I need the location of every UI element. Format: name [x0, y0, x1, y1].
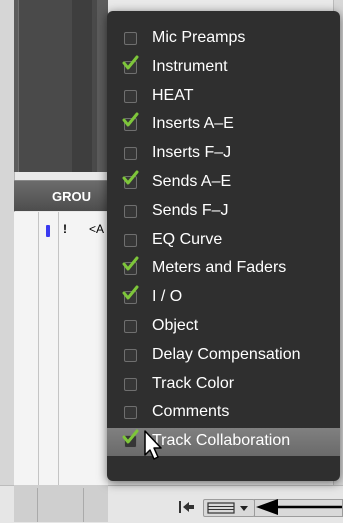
menu-item-label: Inserts F–J — [152, 144, 232, 162]
menu-item[interactable]: Sends A–E — [107, 169, 340, 197]
group-flag: ! — [63, 222, 67, 236]
mix-strip-area — [14, 0, 108, 172]
menu-item[interactable]: Object — [107, 313, 340, 341]
menu-item[interactable]: Track Color — [107, 371, 340, 399]
menu-item-label: Mic Preamps — [152, 29, 246, 46]
strip-inner-dark — [72, 0, 92, 172]
checkbox[interactable] — [124, 233, 137, 247]
menu-item[interactable]: Delay Compensation — [107, 342, 340, 370]
checkbox[interactable] — [124, 377, 137, 391]
checkmark-icon — [122, 285, 139, 300]
menu-item[interactable]: Sends F–J — [107, 198, 340, 226]
menu-item-label: Sends F–J — [152, 201, 229, 219]
menu-item[interactable]: Comments — [107, 399, 340, 427]
view-selector-button[interactable] — [203, 499, 255, 517]
checkbox[interactable] — [124, 32, 137, 45]
mouse-cursor-icon — [144, 430, 162, 460]
group-color-marker — [46, 225, 50, 237]
column-divider — [58, 212, 59, 485]
bottom-left-area — [14, 485, 108, 522]
menu-item[interactable]: I / O — [107, 284, 340, 312]
checkbox[interactable] — [124, 89, 137, 103]
menu-item[interactable]: Meters and Faders — [107, 255, 340, 283]
checkmark-icon — [122, 170, 139, 185]
menu-item[interactable]: Mic Preamps — [107, 25, 340, 53]
checkmark-icon — [122, 256, 139, 271]
checkbox[interactable] — [124, 406, 137, 420]
menu-item-label: Comments — [152, 403, 230, 421]
menu-item-label: HEAT — [152, 86, 194, 104]
left-edge-panel — [0, 0, 15, 485]
groups-list — [14, 212, 108, 485]
checkbox[interactable] — [124, 204, 137, 218]
group-name[interactable]: <A — [89, 222, 104, 236]
menu-item[interactable]: Instrument — [107, 54, 340, 82]
menu-item[interactable]: Inserts A–E — [107, 111, 340, 139]
view-selector-icon — [207, 502, 248, 514]
menu-item-label: Object — [152, 317, 199, 334]
menu-item-label: Meters and Faders — [152, 259, 287, 277]
menu-item-label: Track Color — [152, 374, 235, 392]
callout-arrow-icon — [256, 499, 342, 515]
column-divider — [38, 212, 39, 485]
menu-item[interactable]: HEAT — [107, 83, 340, 111]
checkmark-icon — [122, 112, 139, 127]
checkmark-icon — [122, 429, 139, 444]
menu-item-label: Instrument — [152, 57, 228, 75]
menu-item[interactable]: Inserts F–J — [107, 140, 340, 168]
checkbox[interactable] — [124, 348, 137, 362]
menu-item-label: Sends A–E — [152, 173, 232, 190]
menu-item-label: Track Collaboration — [152, 432, 291, 450]
groups-panel-header[interactable]: GROU — [14, 180, 108, 211]
checkbox[interactable] — [124, 320, 137, 333]
menu-item-label: EQ Curve — [152, 230, 223, 248]
checkmark-icon — [122, 55, 139, 70]
menu-item-label: Delay Compensation — [152, 345, 301, 363]
checkbox[interactable] — [124, 147, 137, 161]
menu-item[interactable]: EQ Curve — [107, 227, 340, 255]
menu-item-label: Inserts A–E — [152, 115, 234, 133]
groups-panel-title: GROU — [52, 189, 91, 204]
collapse-left-icon[interactable] — [178, 500, 196, 514]
divider — [83, 488, 84, 522]
menu-item-label: I / O — [152, 288, 183, 306]
divider — [37, 488, 38, 522]
view-options-menu: Mic Preamps Instrument HEAT Inserts A–E Inse… — [107, 11, 340, 481]
